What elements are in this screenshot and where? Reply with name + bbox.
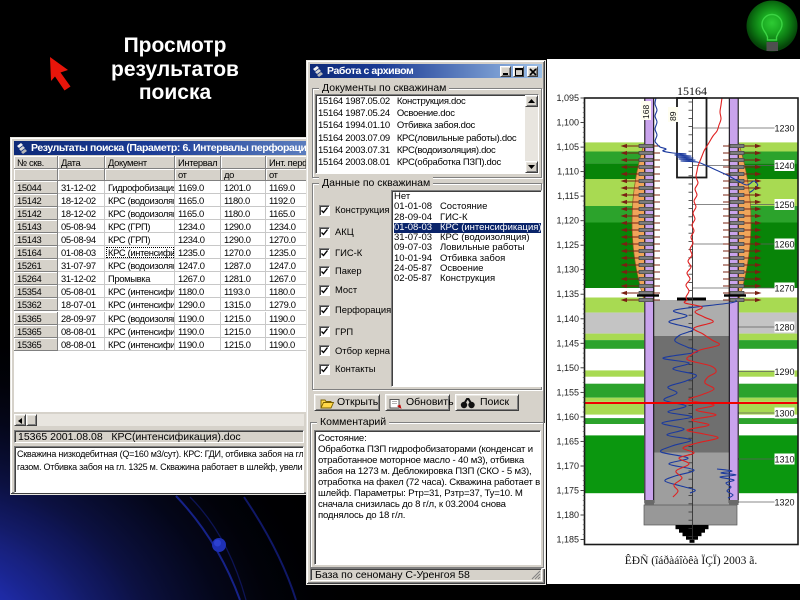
svg-text:1,140: 1,140 bbox=[556, 314, 579, 324]
svg-text:1,145: 1,145 bbox=[556, 338, 579, 348]
svg-text:1,180: 1,180 bbox=[556, 510, 579, 520]
svg-text:1,095: 1,095 bbox=[556, 93, 579, 103]
svg-text:1300: 1300 bbox=[774, 409, 794, 419]
svg-text:1,170: 1,170 bbox=[556, 461, 579, 471]
svg-text:1,135: 1,135 bbox=[556, 289, 579, 299]
svg-text:1280: 1280 bbox=[774, 323, 794, 333]
svg-text:ÊÐÑ (îáðàáîòêà ÏÇÏ) 2003 ã.: ÊÐÑ (îáðàáîòêà ÏÇÏ) 2003 ã. bbox=[625, 553, 758, 567]
svg-text:1,155: 1,155 bbox=[556, 387, 579, 397]
svg-text:1,165: 1,165 bbox=[556, 436, 579, 446]
svg-text:1,105: 1,105 bbox=[556, 142, 579, 152]
svg-text:1230: 1230 bbox=[774, 124, 794, 134]
svg-text:1,175: 1,175 bbox=[556, 486, 579, 496]
svg-text:15164: 15164 bbox=[677, 84, 707, 98]
svg-text:168: 168 bbox=[641, 105, 651, 119]
svg-text:1,150: 1,150 bbox=[556, 363, 579, 373]
svg-text:1270: 1270 bbox=[774, 284, 794, 294]
svg-text:89: 89 bbox=[668, 111, 678, 121]
svg-text:1,185: 1,185 bbox=[556, 535, 579, 545]
svg-text:1,130: 1,130 bbox=[556, 265, 579, 275]
svg-text:1310: 1310 bbox=[774, 455, 794, 465]
svg-text:1260: 1260 bbox=[774, 240, 794, 250]
svg-text:1250: 1250 bbox=[774, 200, 794, 210]
svg-text:1,160: 1,160 bbox=[556, 412, 579, 422]
svg-text:1,120: 1,120 bbox=[556, 216, 579, 226]
svg-text:1240: 1240 bbox=[774, 161, 794, 171]
svg-text:1,100: 1,100 bbox=[556, 118, 579, 128]
svg-text:1320: 1320 bbox=[774, 498, 794, 508]
svg-text:1,125: 1,125 bbox=[556, 240, 579, 250]
svg-text:1,110: 1,110 bbox=[557, 167, 579, 177]
svg-text:1290: 1290 bbox=[774, 367, 794, 377]
svg-text:1,115: 1,115 bbox=[557, 191, 579, 201]
